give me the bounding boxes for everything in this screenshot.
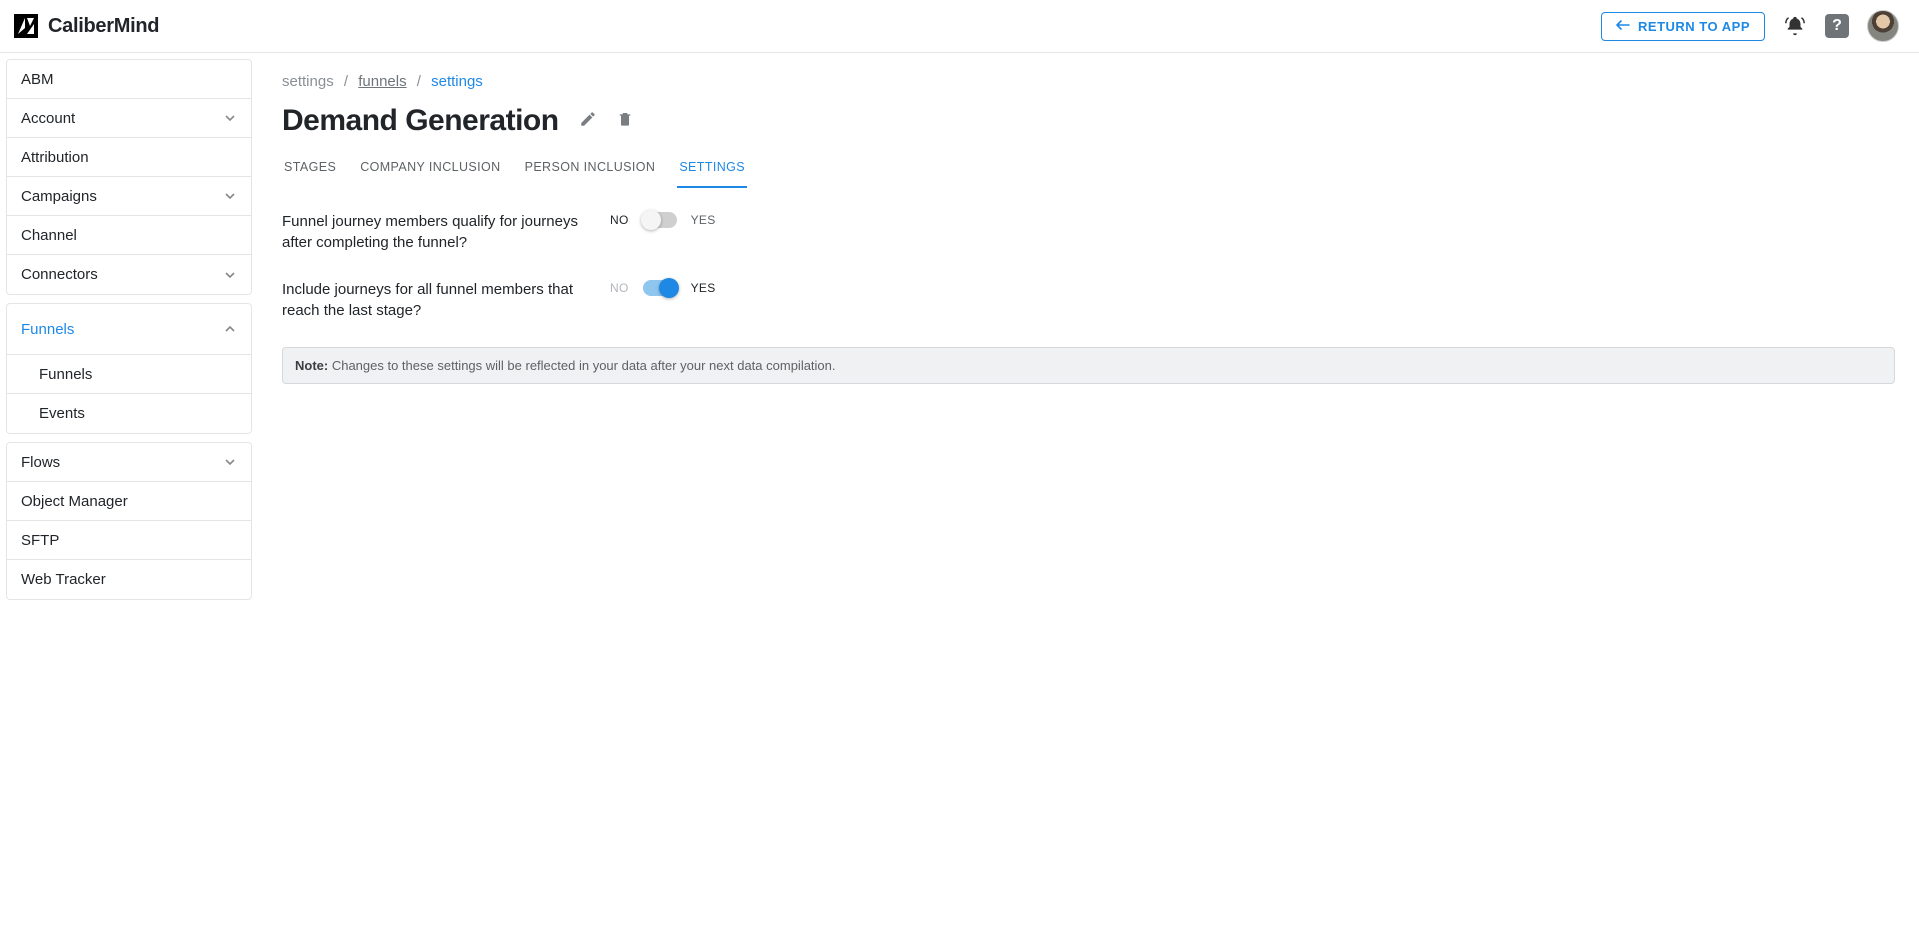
return-label: RETURN TO APP — [1638, 19, 1750, 34]
return-to-app-button[interactable]: RETURN TO APP — [1601, 12, 1765, 41]
user-avatar[interactable] — [1867, 10, 1899, 42]
sidebar-item-label: Channel — [21, 227, 77, 244]
sidebar-subitem-events[interactable]: Events — [7, 394, 251, 433]
tab-settings[interactable]: SETTINGS — [677, 152, 747, 188]
sidebar-item-label: Attribution — [21, 149, 89, 166]
chevron-down-icon — [223, 111, 237, 125]
sidebar-item-label: SFTP — [21, 532, 59, 549]
edit-icon[interactable] — [579, 110, 597, 133]
setting-toggle-requalify: NO YES — [610, 212, 716, 228]
page-title-row: Demand Generation — [282, 104, 1895, 138]
setting-include-last-stage: Include journeys for all funnel members … — [282, 279, 1895, 321]
breadcrumb-separator: / — [344, 73, 348, 90]
toggle-off-label: NO — [610, 213, 629, 227]
toggle-switch[interactable] — [643, 212, 677, 228]
notifications-icon[interactable] — [1783, 14, 1807, 38]
sidebar-item-funnels[interactable]: Funnels — [7, 304, 251, 355]
tabs: STAGES COMPANY INCLUSION PERSON INCLUSIO… — [282, 152, 1895, 189]
tab-label: COMPANY INCLUSION — [360, 160, 500, 174]
tab-stages[interactable]: STAGES — [282, 152, 338, 188]
sidebar-item-connectors[interactable]: Connectors — [7, 255, 251, 294]
note-box: Note: Changes to these settings will be … — [282, 347, 1895, 384]
brand-logo-icon — [14, 14, 38, 38]
sidebar-item-label: Flows — [21, 454, 60, 471]
tab-label: SETTINGS — [679, 160, 745, 174]
chevron-down-icon — [223, 268, 237, 282]
setting-toggle-last-stage: NO YES — [610, 280, 716, 296]
breadcrumb-separator: / — [417, 73, 421, 90]
toggle-off-label: NO — [610, 281, 629, 295]
note-prefix: Note: — [295, 358, 328, 373]
sidebar-item-label: Account — [21, 110, 75, 127]
toggle-on-label: YES — [691, 213, 716, 227]
chevron-down-icon — [223, 189, 237, 203]
sidebar-group-3: Flows Object Manager SFTP Web Tracker — [6, 442, 252, 600]
toggle-on-label: YES — [691, 281, 716, 295]
sidebar: ABM Account Attribution Campaigns Channe… — [0, 53, 258, 945]
setting-requalify: Funnel journey members qualify for journ… — [282, 211, 1895, 253]
page-title: Demand Generation — [282, 104, 559, 138]
sidebar-item-web-tracker[interactable]: Web Tracker — [7, 560, 251, 599]
toggle-switch[interactable] — [643, 280, 677, 296]
sidebar-group-1: ABM Account Attribution Campaigns Channe… — [6, 59, 252, 295]
topbar-actions: RETURN TO APP ? — [1601, 10, 1899, 42]
chevron-up-icon — [223, 322, 237, 336]
sidebar-item-label: Funnels — [21, 321, 74, 338]
sidebar-item-abm[interactable]: ABM — [7, 60, 251, 99]
tab-company-inclusion[interactable]: COMPANY INCLUSION — [358, 152, 502, 188]
tab-label: STAGES — [284, 160, 336, 174]
breadcrumb: settings / funnels / settings — [282, 73, 1895, 90]
sidebar-item-label: ABM — [21, 71, 54, 88]
sidebar-group-funnels: Funnels Funnels Events — [6, 303, 252, 434]
brand-name: CaliberMind — [48, 15, 159, 38]
topbar: CaliberMind RETURN TO APP ? — [0, 0, 1919, 53]
chevron-down-icon — [223, 455, 237, 469]
breadcrumb-root: settings — [282, 73, 334, 90]
sidebar-item-label: Web Tracker — [21, 571, 106, 588]
help-icon[interactable]: ? — [1825, 14, 1849, 38]
breadcrumb-funnels[interactable]: funnels — [358, 73, 406, 90]
sidebar-subitem-funnels[interactable]: Funnels — [7, 355, 251, 394]
tab-person-inclusion[interactable]: PERSON INCLUSION — [523, 152, 658, 188]
breadcrumb-current[interactable]: settings — [431, 73, 483, 90]
sidebar-item-sftp[interactable]: SFTP — [7, 521, 251, 560]
tab-label: PERSON INCLUSION — [525, 160, 656, 174]
delete-icon[interactable] — [617, 110, 633, 133]
setting-label: Include journeys for all funnel members … — [282, 279, 582, 321]
sidebar-item-label: Campaigns — [21, 188, 97, 205]
sidebar-item-account[interactable]: Account — [7, 99, 251, 138]
sidebar-item-label: Funnels — [39, 366, 92, 383]
sidebar-item-attribution[interactable]: Attribution — [7, 138, 251, 177]
sidebar-item-flows[interactable]: Flows — [7, 443, 251, 482]
note-text: Changes to these settings will be reflec… — [328, 358, 835, 373]
sidebar-item-label: Object Manager — [21, 493, 128, 510]
brand: CaliberMind — [14, 14, 159, 38]
sidebar-item-label: Connectors — [21, 266, 98, 283]
setting-label: Funnel journey members qualify for journ… — [282, 211, 582, 253]
sidebar-item-channel[interactable]: Channel — [7, 216, 251, 255]
main-content: settings / funnels / settings Demand Gen… — [258, 53, 1919, 945]
sidebar-item-object-manager[interactable]: Object Manager — [7, 482, 251, 521]
sidebar-item-campaigns[interactable]: Campaigns — [7, 177, 251, 216]
sidebar-item-label: Events — [39, 405, 85, 422]
